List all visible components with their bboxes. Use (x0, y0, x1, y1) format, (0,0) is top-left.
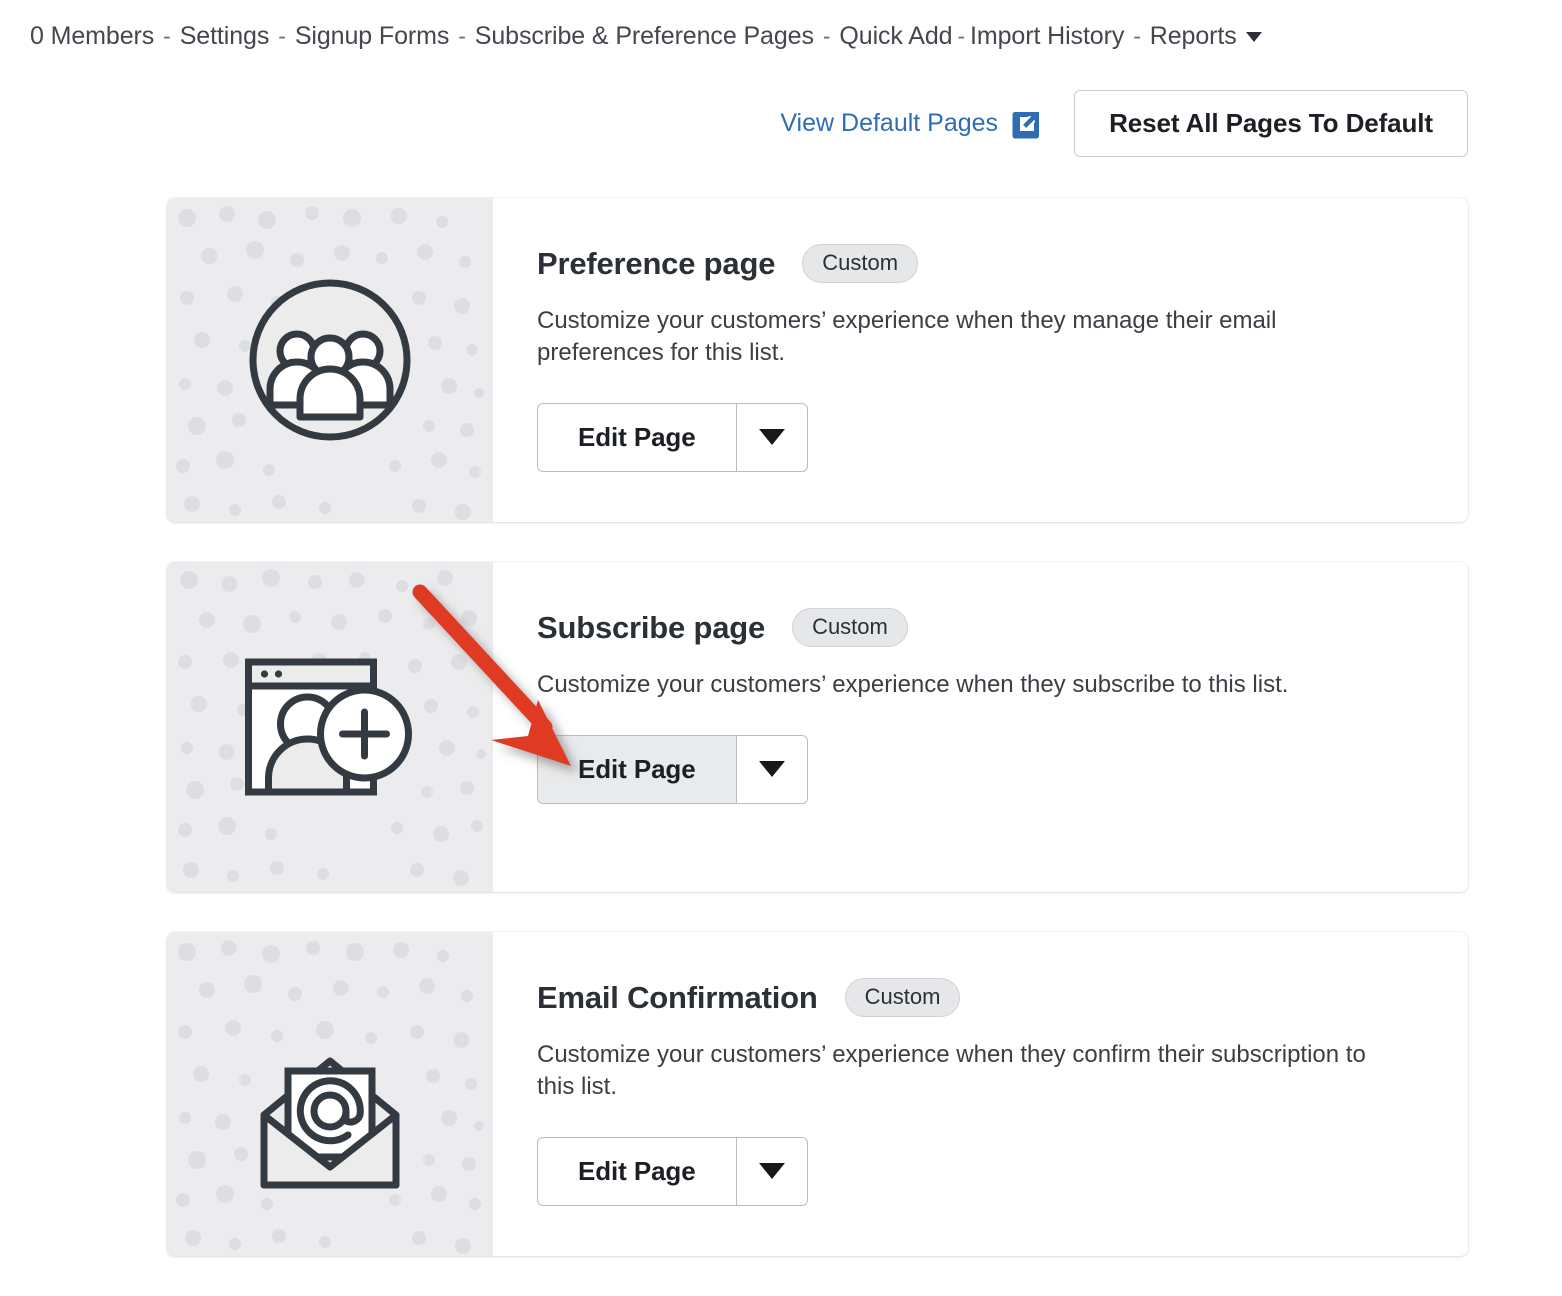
nav-item-import-history[interactable]: Import History (970, 22, 1124, 51)
card-title: Subscribe page (537, 610, 765, 646)
page-actions: View Default Pages Reset All Pages To De… (0, 90, 1468, 157)
nav-separator: - (163, 23, 171, 50)
nav-separator: - (823, 23, 831, 50)
external-link-icon (1012, 109, 1042, 139)
nav-separator: - (458, 23, 466, 50)
status-badge: Custom (845, 978, 961, 1017)
card-email-confirmation: Email Confirmation Custom Customize your… (167, 932, 1468, 1256)
nav-item-quick-add[interactable]: Quick Add (839, 22, 952, 51)
nav-separator: - (278, 23, 286, 50)
card-thumbnail (167, 562, 493, 892)
card-thumbnail (167, 932, 493, 1256)
card-preference-page: Preference page Custom Customize your cu… (167, 198, 1468, 522)
nav-separator: - (957, 23, 965, 50)
group-of-people-circle-icon (245, 275, 415, 445)
card-content: Email Confirmation Custom Customize your… (493, 932, 1468, 1256)
browser-window-add-person-icon (243, 656, 418, 798)
page-cards-list: Preference page Custom Customize your cu… (167, 198, 1468, 1296)
nav-item-members[interactable]: 0 Members (30, 22, 154, 51)
chevron-down-icon (759, 761, 785, 777)
nav-separator: - (1133, 23, 1141, 50)
reset-all-pages-button[interactable]: Reset All Pages To Default (1074, 90, 1468, 157)
card-title: Email Confirmation (537, 980, 818, 1016)
card-description: Customize your customers’ experience whe… (537, 1039, 1367, 1103)
chevron-down-icon (759, 1163, 785, 1179)
view-default-pages-label: View Default Pages (780, 109, 998, 138)
card-header: Subscribe page Custom (537, 608, 1428, 647)
card-subscribe-page: Subscribe page Custom Customize your cus… (167, 562, 1468, 892)
card-thumbnail (167, 198, 493, 522)
card-header: Preference page Custom (537, 244, 1428, 283)
edit-page-split-button: Edit Page (537, 1137, 808, 1206)
edit-page-button[interactable]: Edit Page (538, 736, 737, 803)
card-title: Preference page (537, 246, 775, 282)
edit-page-split-button: Edit Page (537, 735, 808, 804)
edit-page-button[interactable]: Edit Page (538, 404, 737, 471)
view-default-pages-link[interactable]: View Default Pages (780, 109, 1042, 139)
card-content: Preference page Custom Customize your cu… (493, 198, 1468, 522)
nav-item-reports[interactable]: Reports (1150, 22, 1237, 51)
edit-page-button[interactable]: Edit Page (538, 1138, 737, 1205)
card-description: Customize your customers’ experience whe… (537, 669, 1367, 701)
edit-page-dropdown-button[interactable] (737, 736, 807, 803)
nav-item-signup-forms[interactable]: Signup Forms (295, 22, 449, 51)
edit-page-dropdown-button[interactable] (737, 404, 807, 471)
chevron-down-icon (759, 429, 785, 445)
status-badge: Custom (802, 244, 918, 283)
nav-item-settings[interactable]: Settings (180, 22, 270, 51)
card-content: Subscribe page Custom Customize your cus… (493, 562, 1468, 892)
breadcrumb-nav: 0 Members - Settings - Signup Forms - Su… (30, 22, 1262, 51)
card-header: Email Confirmation Custom (537, 978, 1428, 1017)
status-badge: Custom (792, 608, 908, 647)
edit-page-dropdown-button[interactable] (737, 1138, 807, 1205)
chevron-down-icon[interactable] (1246, 32, 1262, 42)
edit-page-split-button: Edit Page (537, 403, 808, 472)
open-envelope-at-symbol-icon (250, 1045, 410, 1195)
card-description: Customize your customers’ experience whe… (537, 305, 1367, 369)
nav-item-subscribe-preference-pages[interactable]: Subscribe & Preference Pages (475, 22, 814, 51)
